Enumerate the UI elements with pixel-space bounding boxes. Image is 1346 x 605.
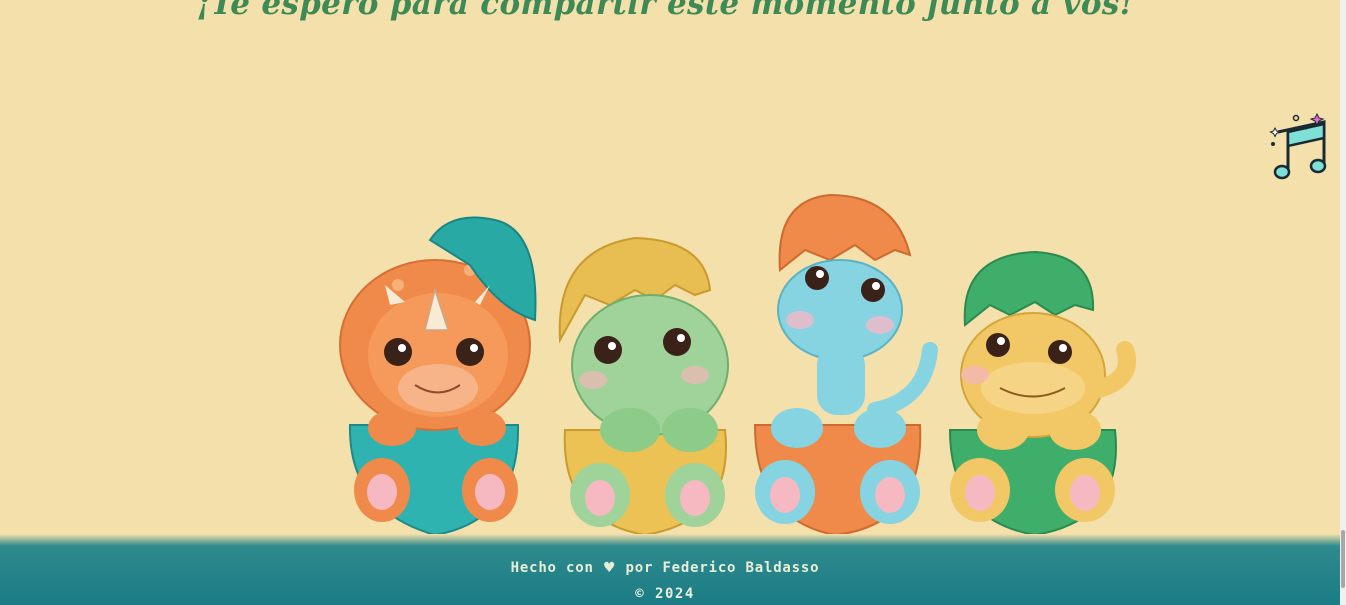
footer-made-with: Hecho con <box>510 560 594 576</box>
footer-credit: Hecho con ♥ por Federico Baldasso <box>0 560 1330 576</box>
page-headline: ¡Te espero para compartir este momento j… <box>196 0 1134 22</box>
heart-icon: ♥ <box>602 560 617 576</box>
dino-yellow <box>948 250 1136 537</box>
triceratops-orange <box>339 216 537 537</box>
brachiosaurus-blue <box>753 193 938 537</box>
trex-green <box>558 236 729 537</box>
vertical-scrollbar[interactable] <box>1340 0 1346 605</box>
footer-author: por Federico Baldasso <box>625 560 820 576</box>
music-toggle-button[interactable] <box>1266 110 1330 182</box>
scrollbar-thumb[interactable] <box>1341 530 1345 588</box>
music-note-icon <box>1269 112 1327 180</box>
footer-copyright: © 2024 <box>635 586 695 602</box>
baby-dinos-illustration <box>339 193 1136 537</box>
footer: Hecho con ♥ por Federico Baldasso © 2024 <box>0 534 1340 605</box>
